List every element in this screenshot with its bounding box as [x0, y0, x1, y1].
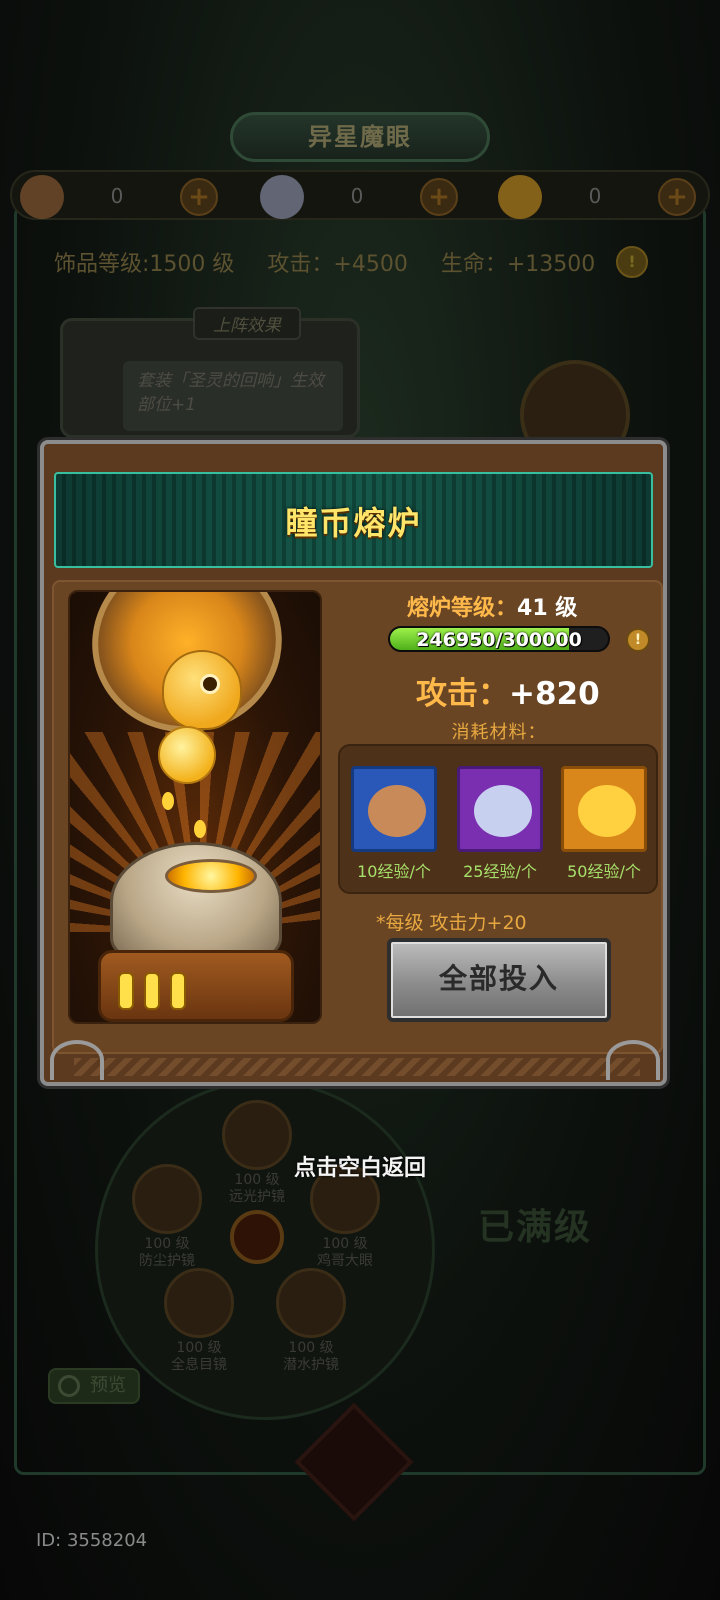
- bronze-coin-icon: [20, 175, 64, 219]
- exp-progress-bar: 246950/300000: [388, 626, 610, 652]
- gold-coin-icon: [498, 175, 542, 219]
- player-id: ID: 3558204: [36, 1530, 148, 1551]
- diving-goggles-icon: [276, 1268, 346, 1338]
- wheel-center-eye-icon: [230, 1210, 284, 1264]
- materials-panel: 10经验/个 25经验/个 50经验/个: [338, 744, 658, 894]
- silver-coin-icon: [260, 175, 304, 219]
- deploy-effect-panel: 上阵效果 套装「圣灵的回响」生效部位+1: [60, 307, 360, 438]
- accessory-level: 饰品等级:1500 级: [54, 252, 235, 277]
- add-gold-button[interactable]: +: [658, 178, 696, 216]
- magnifier-icon: [58, 1375, 80, 1397]
- furnace-mouth: [165, 859, 257, 893]
- furnace-icon: [98, 822, 294, 1022]
- invest-all-button[interactable]: 全部投入: [387, 938, 611, 1022]
- corner-ornament-right: [606, 1040, 660, 1080]
- maxed-label: 已满级: [478, 1207, 593, 1248]
- material-exp: 10经验/个: [357, 862, 431, 881]
- slot-level: 100 级: [322, 1236, 368, 1252]
- material-gold[interactable]: 50经验/个: [560, 766, 648, 882]
- molten-blob-icon: [158, 726, 216, 784]
- slot-name: 远光护镜: [229, 1189, 285, 1205]
- currency-bar: 0 + 0 + 0 +: [10, 170, 710, 220]
- creature-icon: [162, 650, 242, 730]
- currency-gold: 0 +: [490, 172, 720, 222]
- add-silver-button[interactable]: +: [420, 178, 458, 216]
- level-bonus-note: *每级 攻击力+20: [376, 912, 527, 934]
- deploy-effect-tag: 上阵效果: [193, 307, 301, 340]
- gold-coin-icon: [578, 785, 636, 837]
- creature-eye: [200, 674, 220, 694]
- accessory-stats: 饰品等级:1500 级 攻击：+4500 生命：+13500: [54, 246, 621, 278]
- furnace-dome: [110, 842, 282, 962]
- stats-info-icon[interactable]: !: [616, 246, 648, 278]
- wheel-slot[interactable]: 100 级 全息目镜: [156, 1268, 242, 1374]
- slot-level: 100 级: [176, 1340, 222, 1356]
- material-tile: [457, 766, 543, 852]
- bronze-coin-icon: [368, 785, 426, 837]
- furnace-level-label: 熔炉等级：: [407, 596, 518, 621]
- slot-level: 100 级: [288, 1340, 334, 1356]
- furnace-attack: 攻击：+820: [416, 668, 600, 713]
- dialog-bottom-pattern: [74, 1058, 640, 1076]
- furnace-lamp: [118, 972, 134, 1010]
- page-title: 异星魔眼: [230, 112, 490, 162]
- deploy-effect-text: 套装「圣灵的回响」生效部位+1: [123, 361, 343, 431]
- furnace-lamp: [170, 972, 186, 1010]
- attack-value: +820: [509, 676, 600, 712]
- furnace-level: 熔炉等级：41 级: [407, 590, 577, 622]
- eyepiece-icon: [164, 1268, 234, 1338]
- dialog-banner: 瞳币熔炉: [54, 472, 653, 568]
- preview-button[interactable]: 预览: [48, 1368, 140, 1404]
- tap-to-return-hint: 点击空白返回: [293, 1156, 426, 1181]
- preview-label: 预览: [90, 1375, 126, 1396]
- material-tile: [351, 766, 437, 852]
- furnace-illustration: [68, 590, 322, 1024]
- consume-label: 消耗材料：: [451, 722, 547, 743]
- slot-name: 全息目镜: [171, 1357, 227, 1373]
- attack-label: 攻击：: [416, 676, 509, 712]
- currency-count: 0: [110, 184, 124, 208]
- furnace-dialog: 瞳币熔炉 熔炉等级：41 级 246950/300000 ! 攻击：+820 消…: [40, 440, 667, 1086]
- currency-bronze: 0 +: [12, 172, 242, 222]
- add-bronze-button[interactable]: +: [180, 178, 218, 216]
- furnace-level-value: 41 级: [517, 596, 578, 621]
- slot-level: 100 级: [144, 1236, 190, 1252]
- currency-silver: 0 +: [252, 172, 482, 222]
- wheel-slot[interactable]: 100 级 潜水护镜: [268, 1268, 354, 1374]
- material-exp: 50经验/个: [567, 862, 641, 881]
- furnace-lamp: [144, 972, 160, 1010]
- exp-progress-text: 246950/300000: [416, 629, 582, 651]
- slot-name: 潜水护镜: [283, 1357, 339, 1373]
- silver-coin-icon: [474, 785, 532, 837]
- accessory-life: 生命：+13500: [440, 252, 596, 277]
- dialog-title: 瞳币熔炉: [285, 504, 422, 542]
- material-tile: [561, 766, 647, 852]
- currency-count: 0: [588, 184, 602, 208]
- material-bronze[interactable]: 10经验/个: [350, 766, 438, 882]
- accessory-attack: 攻击：+4500: [267, 252, 408, 277]
- currency-count: 0: [350, 184, 364, 208]
- molten-drop: [162, 792, 174, 810]
- material-exp: 25经验/个: [463, 862, 537, 881]
- material-silver[interactable]: 25经验/个: [456, 766, 544, 882]
- corner-ornament-left: [50, 1040, 104, 1080]
- dialog-body: 熔炉等级：41 级 246950/300000 ! 攻击：+820 消耗材料： …: [52, 580, 663, 1054]
- furnace-info-icon[interactable]: !: [626, 628, 650, 652]
